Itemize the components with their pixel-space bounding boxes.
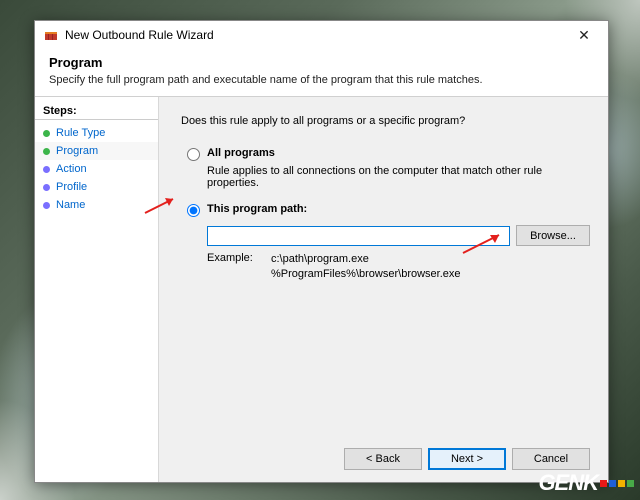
watermark-logo: GENK	[538, 470, 634, 496]
radio-this-program[interactable]	[187, 204, 200, 217]
titlebar: New Outbound Rule Wizard ✕	[35, 21, 608, 49]
option-all-desc: Rule applies to all connections on the c…	[207, 165, 590, 189]
step-dot-icon	[43, 166, 50, 173]
step-action[interactable]: Action	[35, 160, 158, 178]
step-link[interactable]: Profile	[56, 181, 87, 193]
close-button[interactable]: ✕	[564, 21, 604, 49]
firewall-icon	[43, 27, 59, 43]
back-button[interactable]: < Back	[344, 448, 422, 470]
example-label: Example:	[207, 252, 271, 282]
step-rule-type[interactable]: Rule Type	[35, 124, 158, 142]
steps-heading: Steps:	[35, 105, 158, 120]
wizard-header: Program Specify the full program path an…	[35, 49, 608, 96]
page-subtitle: Specify the full program path and execut…	[49, 74, 594, 86]
step-dot-icon	[43, 184, 50, 191]
step-link[interactable]: Rule Type	[56, 127, 105, 139]
main-panel: Does this rule apply to all programs or …	[159, 97, 608, 482]
browse-button[interactable]: Browse...	[516, 225, 590, 246]
step-program[interactable]: Program	[35, 142, 158, 160]
option-this-program[interactable]: This program path:	[181, 203, 590, 217]
cancel-button[interactable]: Cancel	[512, 448, 590, 470]
step-dot-icon	[43, 148, 50, 155]
step-link[interactable]: Name	[56, 199, 85, 211]
page-title: Program	[49, 55, 594, 70]
step-name[interactable]: Name	[35, 196, 158, 214]
example-row: Example: c:\path\program.exe %ProgramFil…	[207, 252, 590, 282]
content: Steps: Rule Type Program Action Profile …	[35, 96, 608, 482]
option-all-programs[interactable]: All programs	[181, 147, 590, 161]
option-label: All programs	[207, 147, 275, 159]
window-title: New Outbound Rule Wizard	[65, 28, 564, 42]
option-label: This program path:	[207, 203, 307, 215]
example-paths: c:\path\program.exe %ProgramFiles%\brows…	[271, 252, 461, 282]
step-link[interactable]: Action	[56, 163, 87, 175]
next-button[interactable]: Next >	[428, 448, 506, 470]
step-dot-icon	[43, 202, 50, 209]
wizard-window: New Outbound Rule Wizard ✕ Program Speci…	[34, 20, 609, 483]
logo-text: GENK	[538, 470, 598, 496]
logo-dots-icon	[600, 480, 634, 487]
radio-all-programs[interactable]	[187, 148, 200, 161]
question-text: Does this rule apply to all programs or …	[181, 115, 590, 127]
step-profile[interactable]: Profile	[35, 178, 158, 196]
wizard-footer: < Back Next > Cancel	[181, 440, 590, 474]
program-path-input[interactable]	[207, 226, 510, 246]
step-dot-icon	[43, 130, 50, 137]
step-link[interactable]: Program	[56, 145, 98, 157]
steps-sidebar: Steps: Rule Type Program Action Profile …	[35, 97, 159, 482]
program-path-row: Browse...	[207, 225, 590, 246]
